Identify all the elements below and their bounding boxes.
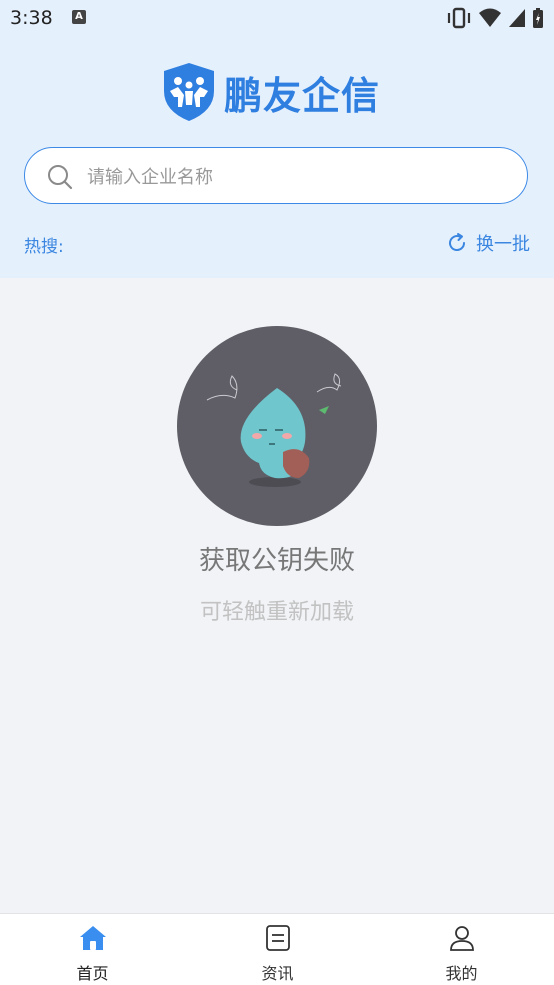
search-icon — [48, 165, 73, 190]
vibrate-icon — [447, 7, 471, 29]
status-bar: 3:38 A — [0, 0, 554, 38]
error-title: 获取公钥失败 — [198, 546, 355, 576]
battery-icon — [533, 8, 543, 28]
home-icon — [79, 926, 106, 950]
error-illustration — [177, 326, 377, 526]
bottom-tab-bar: 首页 资讯 我的 — [0, 913, 554, 985]
shield-people-icon — [164, 63, 214, 121]
tab-home[interactable]: 首页 — [0, 914, 185, 985]
tab-home-label: 首页 — [76, 964, 109, 983]
refresh-label: 换一批 — [476, 234, 530, 255]
search-input[interactable] — [85, 161, 509, 193]
search-bar[interactable] — [24, 147, 528, 204]
news-icon — [265, 925, 290, 951]
hot-search-label: 热搜: — [24, 237, 64, 257]
signal-icon — [509, 9, 525, 27]
tab-mine-label: 我的 — [445, 964, 478, 983]
notification-a-icon: A — [72, 10, 86, 24]
app-logo: 鹏友企信 — [162, 60, 380, 124]
tab-news-label: 资讯 — [261, 964, 294, 983]
refresh-icon — [449, 233, 466, 252]
status-icons — [446, 7, 544, 29]
refresh-button[interactable]: 换一批 — [446, 230, 530, 256]
reload-hint[interactable]: 可轻触重新加载 — [0, 594, 554, 626]
header: 3:38 A 鹏友企信 请输入企业名称 热搜: 换一批 — [0, 0, 554, 278]
status-time: 3:38 — [10, 7, 53, 29]
user-icon — [449, 926, 474, 951]
tab-news[interactable]: 资讯 — [185, 914, 370, 985]
tab-mine[interactable]: 我的 — [369, 914, 554, 985]
app-name: 鹏友企信 — [224, 73, 381, 118]
wifi-icon — [479, 8, 501, 27]
sad-drop-character-icon — [206, 373, 342, 487]
